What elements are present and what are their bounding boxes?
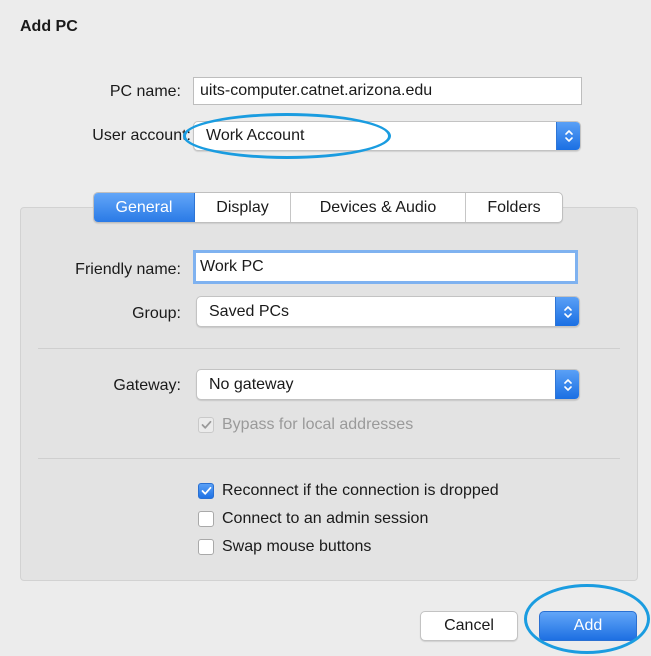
gateway-label: Gateway: [113, 377, 181, 394]
admin-session-checkbox-row[interactable]: Connect to an admin session [198, 510, 428, 528]
group-label: Group: [132, 305, 181, 322]
updown-chevron-icon [556, 122, 580, 150]
updown-chevron-icon [555, 370, 579, 399]
checkmark-icon [201, 420, 211, 429]
reconnect-checkbox[interactable] [198, 483, 214, 499]
admin-session-checkbox[interactable] [198, 511, 214, 527]
swap-mouse-checkbox-row[interactable]: Swap mouse buttons [198, 538, 371, 556]
tab-folders[interactable]: Folders [466, 193, 562, 222]
reconnect-label: Reconnect if the connection is dropped [222, 482, 499, 499]
cancel-button[interactable]: Cancel [420, 611, 518, 641]
tab-bar: General Display Devices & Audio Folders [93, 192, 563, 223]
tab-devices-audio[interactable]: Devices & Audio [291, 193, 466, 222]
friendly-name-field[interactable] [193, 250, 578, 284]
group-select[interactable]: Saved PCs [196, 296, 580, 327]
section-divider [38, 458, 620, 459]
bypass-local-checkbox-row[interactable]: Bypass for local addresses [198, 416, 413, 434]
updown-chevron-icon [555, 297, 579, 326]
section-divider [38, 348, 620, 349]
user-account-label: User account: [92, 127, 191, 144]
tab-display[interactable]: Display [195, 193, 291, 222]
pc-name-field[interactable] [193, 77, 582, 105]
reconnect-checkbox-row[interactable]: Reconnect if the connection is dropped [198, 482, 499, 500]
checkmark-icon [201, 486, 211, 495]
pc-name-label: PC name: [109, 83, 181, 100]
dialog-title: Add PC [20, 18, 78, 35]
group-value: Saved PCs [209, 302, 290, 320]
swap-mouse-checkbox[interactable] [198, 539, 214, 555]
gateway-value: No gateway [209, 375, 294, 393]
gateway-select[interactable]: No gateway [196, 369, 580, 400]
admin-session-label: Connect to an admin session [222, 510, 429, 527]
add-button[interactable]: Add [539, 611, 637, 641]
tab-general[interactable]: General [94, 193, 195, 222]
user-account-value: Work Account [206, 127, 305, 144]
friendly-name-label: Friendly name: [75, 261, 181, 278]
bypass-local-label: Bypass for local addresses [222, 416, 414, 433]
swap-mouse-label: Swap mouse buttons [222, 538, 372, 555]
bypass-local-checkbox[interactable] [198, 417, 214, 433]
user-account-select[interactable]: Work Account [193, 121, 581, 151]
